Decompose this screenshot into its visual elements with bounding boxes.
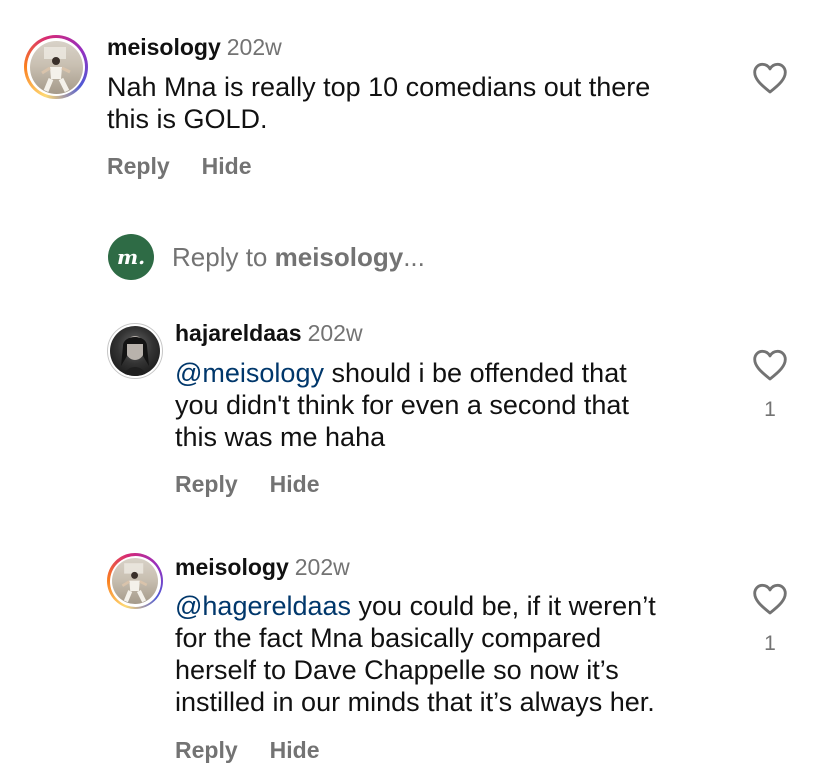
like-count[interactable]: 1 (750, 632, 790, 656)
comment-actions: Reply Hide (175, 737, 319, 764)
username[interactable]: meisology (107, 34, 221, 60)
comment-text: @hagereldaas you could be, if it weren’t… (175, 590, 755, 718)
avatar-meisology[interactable] (24, 35, 88, 99)
comment-text: @meisology should i be offended that you… (175, 357, 735, 453)
username[interactable]: hajareldaas (175, 320, 302, 346)
reply-target: meisology (274, 241, 404, 272)
like-count[interactable]: 1 (750, 398, 790, 422)
reply-composer[interactable]: m. Reply to meisology... (108, 234, 425, 280)
reply-button[interactable]: Reply (175, 737, 238, 764)
reply-button[interactable]: Reply (107, 153, 170, 180)
comment-actions: Reply Hide (175, 471, 319, 498)
comment-text: Nah Mna is really top 10 comedians out t… (107, 72, 651, 134)
heart-icon[interactable] (752, 61, 788, 100)
timestamp: 202w (226, 34, 282, 60)
timestamp: 202w (294, 554, 350, 580)
hide-button[interactable]: Hide (202, 153, 252, 180)
username[interactable]: meisology (175, 554, 289, 580)
comment-header: hajareldaas 202w (175, 320, 363, 347)
comment-header: meisology 202w (107, 34, 282, 61)
mention-link[interactable]: @meisology (175, 358, 324, 388)
avatar-hajareldaas[interactable] (107, 323, 163, 379)
heart-icon[interactable] (752, 348, 788, 387)
hide-button[interactable]: Hide (270, 471, 320, 498)
heart-icon[interactable] (752, 582, 788, 621)
brand-logo: m. (108, 234, 154, 280)
mention-link[interactable]: @hagereldaas (175, 591, 351, 621)
reply-button[interactable]: Reply (175, 471, 238, 498)
avatar-photo (29, 40, 83, 94)
comment-actions: Reply Hide (107, 153, 251, 180)
timestamp: 202w (307, 320, 363, 346)
comment-header: meisology 202w (175, 554, 350, 581)
reply-input[interactable]: Reply to meisology... (172, 242, 425, 273)
reply-suffix: ... (403, 241, 425, 272)
avatar-photo (112, 558, 158, 604)
avatar-meisology[interactable] (107, 553, 163, 609)
hide-button[interactable]: Hide (270, 737, 320, 764)
reply-prefix: Reply to (172, 241, 275, 272)
avatar-photo (110, 326, 160, 376)
